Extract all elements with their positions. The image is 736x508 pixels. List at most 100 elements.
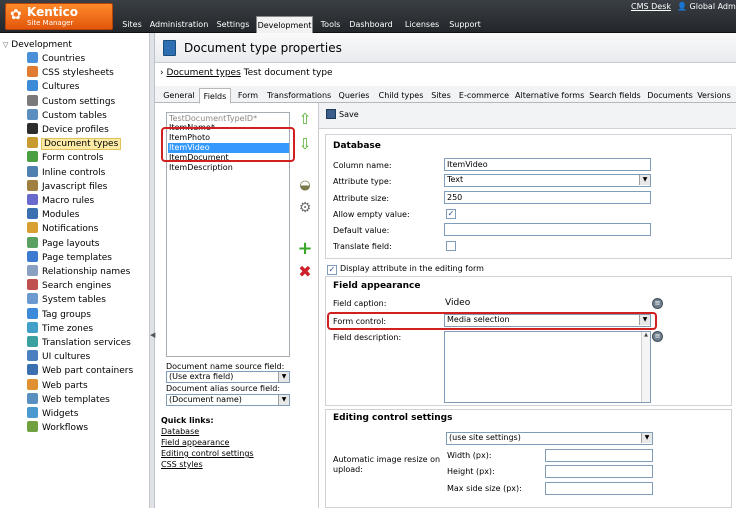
tree-item[interactable]: Web part containers <box>27 364 133 378</box>
tree-item[interactable]: Page templates <box>27 250 112 265</box>
field-description-textarea[interactable]: ▲ <box>444 331 651 403</box>
tree-item[interactable]: Translation services <box>27 336 131 350</box>
tree-item[interactable]: Notifications <box>27 222 98 236</box>
field-caption-label: Field caption: <box>333 299 387 308</box>
width-input[interactable] <box>545 449 653 462</box>
height-input[interactable] <box>545 465 653 478</box>
default-value-input[interactable] <box>444 223 651 236</box>
tab-search-fields[interactable]: Search fields <box>588 88 642 103</box>
field-caption-value[interactable]: Video <box>445 298 470 308</box>
save-button[interactable]: Save <box>326 109 359 119</box>
system-field-icon[interactable]: ⚙ <box>296 201 314 216</box>
tree-item[interactable]: Page layouts <box>27 236 99 251</box>
pane-splitter[interactable]: ◀ <box>150 33 155 508</box>
allow-empty-checkbox[interactable]: ✓ <box>446 209 456 219</box>
tab-ecommerce[interactable]: E-commerce <box>458 88 510 103</box>
kentico-logo[interactable]: ✿ Kentico Site Manager <box>5 3 113 30</box>
move-up-icon[interactable]: ⇧ <box>296 112 314 127</box>
display-attribute-checkbox[interactable]: ✓ <box>327 265 337 275</box>
field-item[interactable]: ItemDescription <box>168 163 289 173</box>
tab-sites[interactable]: Sites <box>429 88 453 103</box>
vertical-divider <box>318 103 319 508</box>
attribute-size-input[interactable]: 250 <box>444 191 651 204</box>
macro-editor-icon[interactable]: ≡ <box>652 298 663 309</box>
chevron-down-icon[interactable]: ▼ <box>639 175 650 185</box>
tree-item[interactable]: Time zones <box>27 321 93 336</box>
tab-alternative-forms[interactable]: Alternative forms <box>515 88 584 103</box>
tree-item[interactable]: Inline controls <box>27 165 105 180</box>
chevron-down-icon[interactable]: ▼ <box>278 395 289 405</box>
tab-queries[interactable]: Queries <box>336 88 372 103</box>
tree-item-label: Custom settings <box>42 96 116 107</box>
max-side-size-input[interactable] <box>545 482 653 495</box>
chevron-down-icon[interactable]: ▼ <box>278 372 289 382</box>
collapse-icon[interactable]: ▽ <box>3 41 8 49</box>
add-field-icon[interactable]: + <box>296 240 314 258</box>
column-name-input[interactable]: ItemVideo <box>444 158 651 171</box>
tree-item[interactable]: Relationship names <box>27 265 130 279</box>
tree-item[interactable]: Countries <box>27 52 85 66</box>
tab-form[interactable]: Form <box>234 88 262 103</box>
field-appearance-title: Field appearance <box>333 281 421 291</box>
doc-name-source-select[interactable]: (Use extra field) ▼ <box>166 371 290 383</box>
scrollbar[interactable]: ▲ <box>641 332 650 402</box>
tree-item[interactable]: Cultures <box>27 80 79 94</box>
tree-item[interactable]: Web templates <box>27 392 110 407</box>
image-resize-select[interactable]: (use site settings) ▼ <box>446 432 653 445</box>
tree-item[interactable]: Document types <box>27 137 122 151</box>
nav-tab-administration[interactable]: Administration <box>149 16 209 33</box>
tree-item-icon <box>27 179 38 191</box>
tree-item-label: CSS stylesheets <box>42 68 114 79</box>
tree-item-label: Javascript files <box>42 181 108 192</box>
tree-item[interactable]: Macro rules <box>27 194 94 208</box>
doc-alias-source-select[interactable]: (Document name) ▼ <box>166 394 290 406</box>
tab-versions[interactable]: Versions <box>697 88 731 103</box>
database-title: Database <box>333 141 381 151</box>
nav-tab-sites[interactable]: Sites <box>118 16 146 33</box>
quick-link-css-styles[interactable]: CSS styles <box>161 460 203 469</box>
tab-documents[interactable]: Documents <box>646 88 694 103</box>
delete-field-icon[interactable]: ✖ <box>296 264 314 280</box>
tab-fields[interactable]: Fields <box>199 88 231 104</box>
collapse-arrow-icon[interactable]: ◀ <box>150 331 155 339</box>
nav-tab-settings[interactable]: Settings <box>213 16 253 33</box>
tree-item[interactable]: Workflows <box>27 421 88 435</box>
tab-general[interactable]: General <box>162 88 196 103</box>
nav-tab-tools[interactable]: Tools <box>317 16 344 33</box>
tree-item[interactable]: CSS stylesheets <box>27 66 114 80</box>
tree-item-icon <box>27 208 38 220</box>
tree-item[interactable]: Modules <box>27 208 79 222</box>
nav-tab-development[interactable]: Development <box>256 16 313 33</box>
tree-item[interactable]: Web parts <box>27 378 88 393</box>
nav-tab-dashboard[interactable]: Dashboard <box>349 16 393 33</box>
tree-item[interactable]: Form controls <box>27 151 103 165</box>
breadcrumb-link-document-types[interactable]: Document types <box>166 68 240 78</box>
tree-item[interactable]: Custom tables <box>27 108 107 123</box>
tree-item[interactable]: Device profiles <box>27 123 109 137</box>
cms-desk-link[interactable]: CMS Desk <box>631 2 671 11</box>
attribute-type-select[interactable]: Text ▼ <box>444 174 651 187</box>
quick-link-database[interactable]: Database <box>161 427 199 436</box>
tree-item-icon <box>27 94 38 106</box>
tree-item[interactable]: System tables <box>27 293 106 307</box>
tree-item-label: Page templates <box>42 252 112 263</box>
quick-link-editing-control[interactable]: Editing control settings <box>161 449 254 458</box>
nav-tab-licenses[interactable]: Licenses <box>401 16 443 33</box>
tree-item[interactable]: Widgets <box>27 407 78 421</box>
move-down-icon[interactable]: ⇩ <box>296 137 314 152</box>
tree-item[interactable]: Javascript files <box>27 179 108 194</box>
nav-tab-support[interactable]: Support <box>448 16 482 33</box>
translate-field-checkbox[interactable] <box>446 241 456 251</box>
tab-child-types[interactable]: Child types <box>377 88 425 103</box>
tab-transformations[interactable]: Transformations <box>267 88 331 103</box>
tree-item[interactable]: Custom settings <box>27 94 116 109</box>
chevron-down-icon[interactable]: ▼ <box>641 433 652 443</box>
tree-root-development[interactable]: ▽ Development <box>3 40 72 50</box>
quick-link-field-appearance[interactable]: Field appearance <box>161 438 229 447</box>
user-menu[interactable]: 👤 Global Admin <box>677 2 736 11</box>
tree-item[interactable]: Tag groups <box>27 307 91 322</box>
new-category-icon[interactable]: ◒ <box>296 178 314 193</box>
tree-item[interactable]: UI cultures <box>27 350 90 364</box>
tree-item[interactable]: Search engines <box>27 279 111 293</box>
macro-editor-icon[interactable]: ≡ <box>652 331 663 342</box>
